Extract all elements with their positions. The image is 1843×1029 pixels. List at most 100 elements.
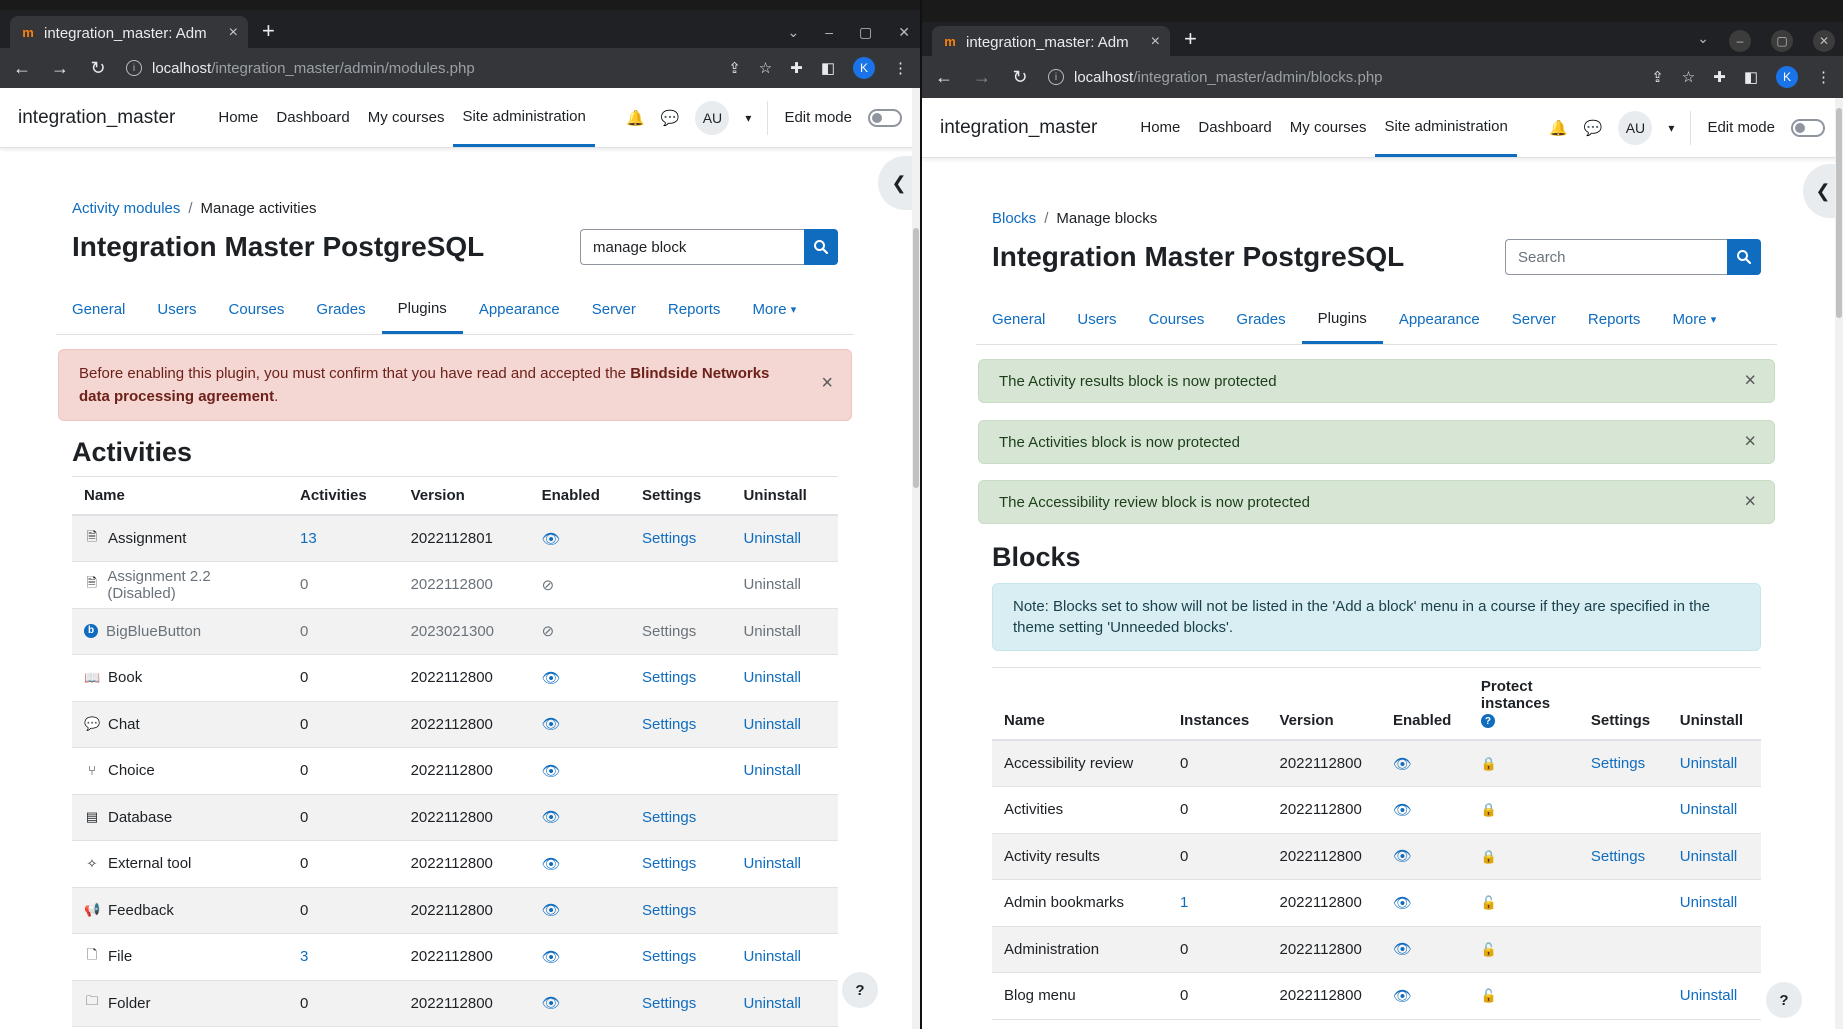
close-alert-icon[interactable]: × [1744,431,1756,454]
close-tab-icon[interactable]: × [1151,33,1160,51]
user-menu-chevron-icon[interactable]: ▾ [1668,121,1674,135]
uninstall-link[interactable]: Uninstall [743,948,801,965]
new-tab-button[interactable]: + [1184,28,1197,50]
close-alert-icon[interactable]: × [1744,491,1756,514]
minimize-icon[interactable]: – [825,24,833,41]
uninstall-link[interactable]: Uninstall [1680,848,1738,865]
notifications-bell-icon[interactable]: 🔔 [626,109,645,127]
tab-users[interactable]: Users [141,285,212,334]
tab-search-icon[interactable]: ⌄ [1697,30,1709,52]
unlock-icon[interactable]: 🔓 [1481,988,1497,1003]
eye-icon[interactable]: 👁 [542,949,561,966]
edit-mode-toggle[interactable] [868,108,902,127]
profile-avatar[interactable]: K [1776,66,1798,88]
bookmark-star-icon[interactable]: ☆ [1682,68,1695,86]
browser-menu-icon[interactable]: ⋮ [893,59,908,77]
site-brand[interactable]: integration_master [18,107,175,129]
instances-count-link[interactable]: 1 [1180,894,1188,911]
page-scrollbar[interactable] [912,88,920,1029]
nav-my-courses[interactable]: My courses [1281,98,1376,157]
search-input[interactable]: manage block [580,229,804,265]
help-button[interactable]: ? [842,972,878,1008]
new-tab-button[interactable]: + [262,20,275,42]
settings-link[interactable]: Settings [1591,755,1645,772]
eye-icon[interactable]: 👁 [542,809,561,826]
close-alert-icon[interactable]: × [1744,370,1756,393]
eye-icon[interactable]: 👁 [1393,988,1412,1005]
tab-reports[interactable]: Reports [652,285,737,334]
tab-plugins[interactable]: Plugins [1301,295,1383,344]
tab-appearance[interactable]: Appearance [463,285,576,334]
site-brand[interactable]: integration_master [940,117,1097,139]
close-window-icon[interactable]: ✕ [898,24,910,41]
notifications-bell-icon[interactable]: 🔔 [1549,119,1568,137]
eye-icon[interactable]: 👁 [1393,941,1412,958]
tab-plugins[interactable]: Plugins [381,285,463,334]
uninstall-link[interactable]: Uninstall [743,530,801,547]
uninstall-link[interactable]: Uninstall [743,855,801,872]
tab-search-icon[interactable]: ⌄ [788,24,800,41]
tab-grades[interactable]: Grades [300,285,381,334]
unlock-icon[interactable]: 🔓 [1481,895,1497,910]
lock-icon[interactable]: 🔒 [1481,849,1497,864]
close-window-icon[interactable]: ✕ [1813,30,1835,52]
tab-courses[interactable]: Courses [213,285,301,334]
eye-icon[interactable]: 👁 [1393,802,1412,819]
settings-link[interactable]: Settings [642,809,696,826]
back-icon[interactable]: ← [934,67,954,88]
tab-server[interactable]: Server [576,285,652,334]
settings-link[interactable]: Settings [1591,848,1645,865]
tab-more[interactable]: More ▾ [736,285,812,334]
breadcrumb-blocks[interactable]: Blocks [992,210,1036,227]
user-menu-chevron-icon[interactable]: ▾ [745,111,751,125]
activities-count-link[interactable]: 3 [300,948,308,965]
tab-reports[interactable]: Reports [1572,295,1657,344]
reload-icon[interactable]: ↻ [1010,67,1030,88]
browser-tab[interactable]: m integration_master: Adm × [932,26,1170,58]
help-question-icon[interactable]: ? [1480,714,1495,729]
search-button[interactable] [804,229,838,265]
share-icon[interactable]: ⇪ [728,59,741,77]
user-avatar[interactable]: AU [695,100,730,135]
user-avatar[interactable]: AU [1618,110,1653,145]
activities-count-link[interactable]: 13 [300,530,317,547]
settings-link[interactable]: Settings [642,855,696,872]
forward-icon[interactable]: → [50,58,70,79]
browser-menu-icon[interactable]: ⋮ [1816,68,1831,86]
lock-icon[interactable]: 🔒 [1481,802,1497,817]
eye-icon[interactable]: 👁 [542,763,561,780]
tab-more[interactable]: More ▾ [1656,295,1732,344]
back-icon[interactable]: ← [12,58,32,79]
tab-appearance[interactable]: Appearance [1383,295,1496,344]
nav-site-administration[interactable]: Site administration [1375,98,1517,157]
breadcrumb-activity-modules[interactable]: Activity modules [72,200,180,217]
settings-link[interactable]: Settings [642,669,696,686]
bookmark-star-icon[interactable]: ☆ [759,59,772,77]
forward-icon[interactable]: → [972,67,992,88]
close-tab-icon[interactable]: × [229,24,238,42]
extensions-icon[interactable]: ✚ [790,59,803,77]
eye-icon[interactable]: 👁 [542,902,561,919]
uninstall-link[interactable]: Uninstall [743,669,801,686]
browser-tab[interactable]: m integration_master: Adm × [10,16,248,50]
lock-icon[interactable]: 🔒 [1481,756,1497,771]
tab-server[interactable]: Server [1496,295,1572,344]
maximize-icon[interactable]: ▢ [859,24,872,41]
search-button[interactable] [1727,239,1761,275]
uninstall-link[interactable]: Uninstall [1680,755,1738,772]
uninstall-link[interactable]: Uninstall [1680,894,1738,911]
settings-link[interactable]: Settings [642,902,696,919]
reload-icon[interactable]: ↻ [88,58,108,79]
eye-icon[interactable]: 👁 [1393,895,1412,912]
tab-courses[interactable]: Courses [1133,295,1221,344]
nav-my-courses[interactable]: My courses [359,88,454,147]
side-panel-icon[interactable]: ◧ [1744,68,1758,86]
messages-icon[interactable]: 💬 [661,109,680,127]
edit-mode-toggle[interactable] [1791,118,1825,137]
nav-dashboard[interactable]: Dashboard [1189,98,1280,157]
eye-icon[interactable]: 👁 [1393,756,1412,773]
eye-icon[interactable]: 👁 [542,531,561,548]
settings-link[interactable]: Settings [642,948,696,965]
url-field[interactable]: i localhost/integration_master/admin/blo… [1048,69,1633,86]
nav-home[interactable]: Home [1131,98,1189,157]
